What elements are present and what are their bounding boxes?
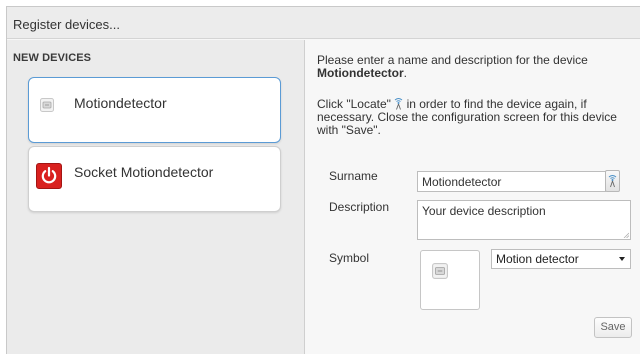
resize-grip-icon[interactable] [623,232,629,238]
new-devices-heading: NEW DEVICES [13,52,92,64]
device-label: Socket Motiondetector [74,164,214,180]
new-devices-panel: NEW DEVICES Motiondetector Socket Motion… [7,40,305,354]
device-config-panel: Please enter a name and description for … [306,40,640,354]
symbol-label: Symbol [329,251,370,265]
power-icon [36,163,62,189]
save-button[interactable]: Save [594,317,632,338]
register-devices-dialog: Register devices... NEW DEVICES Motionde… [6,6,640,354]
locate-note: Click "Locate" in order to find the devi… [317,97,633,137]
intro-sentence: Please enter a name and description for … [317,53,588,67]
surname-label: Surname [329,169,378,183]
device-card-socket-motiondetector[interactable]: Socket Motiondetector [28,146,281,212]
intro-text: Please enter a name and description for … [317,54,627,80]
dialog-title: Register devices... [7,7,640,39]
device-card-motiondetector[interactable]: Motiondetector [28,77,281,143]
description-input[interactable]: Your device description [417,200,631,240]
symbol-select[interactable]: Motion detector [491,249,631,269]
motion-sensor-icon [432,263,448,279]
locate-icon [608,175,617,188]
locate-icon [394,98,403,110]
chevron-down-icon [619,257,625,261]
motion-sensor-icon [40,98,54,112]
intro-end: . [403,66,408,80]
symbol-select-value: Motion detector [496,252,579,266]
locate-button[interactable] [605,170,620,192]
locate-note-start: Click "Locate" [317,97,391,111]
device-name: Motiondetector [317,66,404,80]
device-label: Motiondetector [74,95,167,111]
surname-input[interactable] [417,171,606,192]
description-label: Description [329,200,390,214]
symbol-preview[interactable] [420,250,480,310]
